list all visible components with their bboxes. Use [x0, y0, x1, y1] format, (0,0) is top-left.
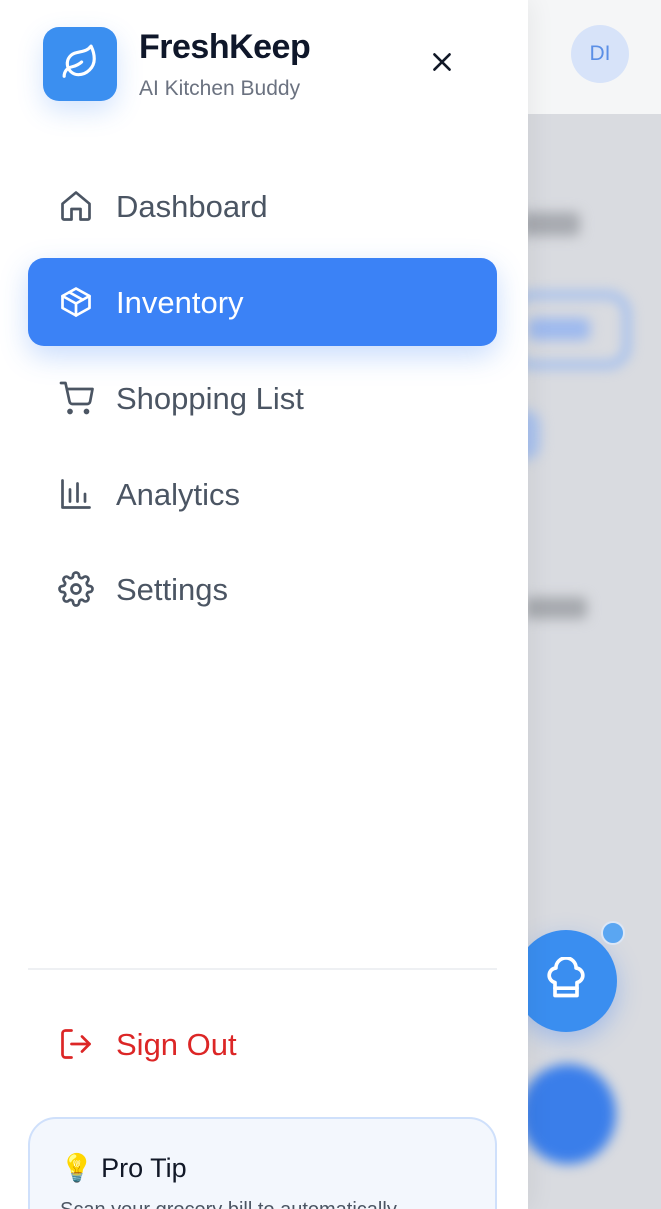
chef-assistant-button[interactable]: [515, 930, 617, 1032]
nav-item-analytics[interactable]: Analytics: [28, 450, 497, 538]
avatar-initials: DI: [589, 42, 611, 65]
pro-tip-text: Scan your grocery bill to automatically: [60, 1199, 490, 1209]
gear-icon: [58, 571, 94, 607]
bar-chart-icon: [58, 476, 94, 512]
lightbulb-icon: 💡: [60, 1153, 94, 1183]
close-icon: [429, 49, 455, 79]
nav-item-inventory[interactable]: Inventory: [28, 258, 497, 346]
package-icon: [58, 284, 94, 320]
nav-label: Shopping List: [116, 381, 304, 416]
divider: [28, 968, 497, 970]
notification-dot: [601, 921, 625, 945]
pro-tip-card: 💡 Pro Tip Scan your grocery bill to auto…: [28, 1117, 497, 1209]
navigation-drawer: FreshKeep AI Kitchen Buddy Dashboard Inv…: [0, 0, 528, 1209]
nav-label: Dashboard: [116, 189, 268, 224]
nav-label: Analytics: [116, 477, 241, 512]
background-blurred-fab: [520, 1064, 616, 1164]
logout-icon: [58, 1026, 94, 1062]
nav-label: Settings: [116, 572, 229, 607]
nav-label: Inventory: [116, 285, 244, 320]
nav-item-shopping-list[interactable]: Shopping List: [28, 354, 497, 442]
close-drawer-button[interactable]: [424, 46, 460, 82]
nav-item-dashboard[interactable]: Dashboard: [28, 162, 497, 250]
background-blurred-text: [520, 212, 580, 236]
pro-tip-heading: Pro Tip: [101, 1153, 187, 1183]
avatar[interactable]: DI: [571, 25, 629, 83]
nav-item-settings[interactable]: Settings: [28, 545, 497, 633]
background-blurred-button-label: [528, 318, 590, 340]
sign-out-button[interactable]: Sign Out: [28, 1000, 497, 1088]
app-subtitle: AI Kitchen Buddy: [139, 77, 301, 100]
leaf-icon: [61, 43, 99, 85]
pro-tip-title: 💡 Pro Tip: [60, 1152, 187, 1184]
cart-icon: [58, 380, 94, 416]
chef-hat-icon: [544, 956, 588, 1005]
app-logo: [43, 27, 117, 101]
background-blurred-text: [525, 597, 587, 619]
home-icon: [58, 188, 94, 224]
sign-out-label: Sign Out: [116, 1027, 237, 1062]
app-name: FreshKeep: [139, 28, 311, 66]
